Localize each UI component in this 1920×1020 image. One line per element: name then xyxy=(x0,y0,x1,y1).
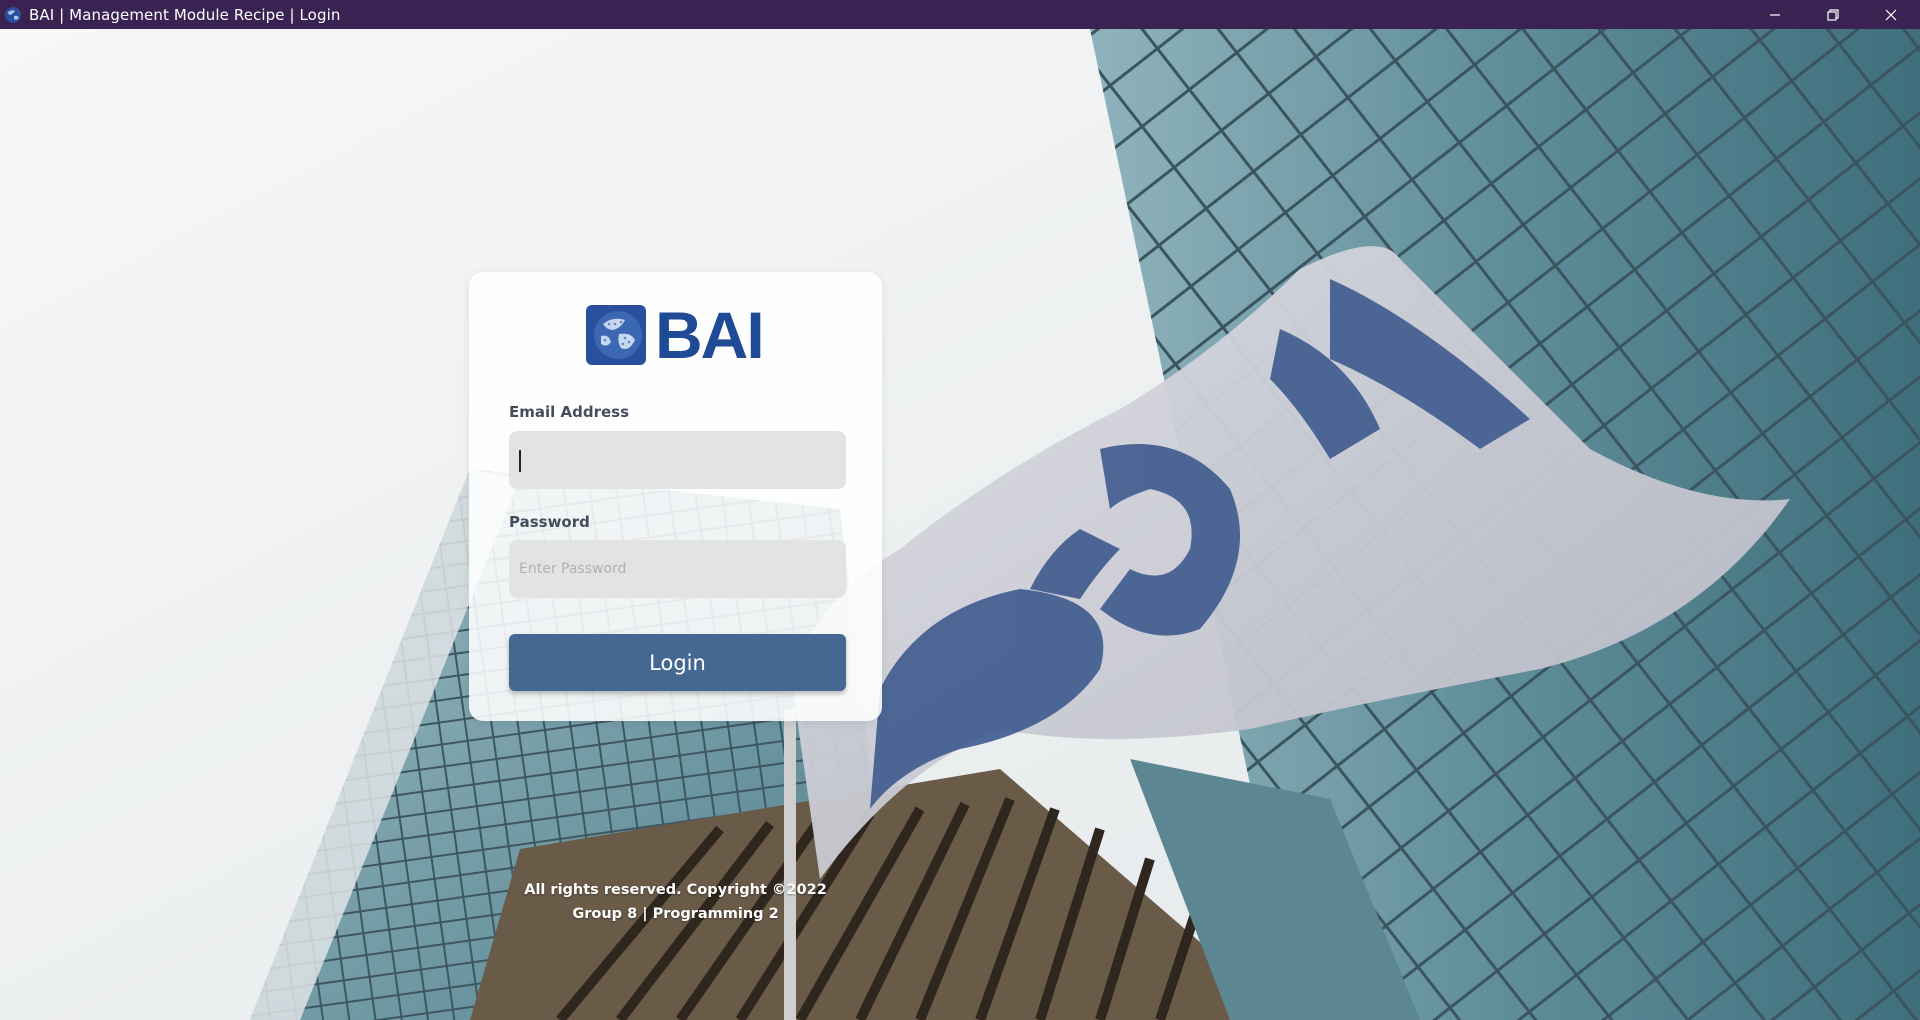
email-field[interactable] xyxy=(509,431,846,489)
window-controls xyxy=(1746,0,1920,29)
minimize-icon xyxy=(1770,13,1780,16)
text-cursor xyxy=(519,450,521,472)
globe-icon xyxy=(5,6,21,23)
email-label: Email Address xyxy=(509,403,630,421)
window-titlebar[interactable]: BAI | Management Module Recipe | Login xyxy=(0,0,1920,29)
bai-logo: BAI xyxy=(585,298,767,372)
restore-button[interactable] xyxy=(1804,0,1862,29)
background-image xyxy=(0,29,1920,1020)
footer: All rights reserved. Copyright ©2022 Gro… xyxy=(469,878,882,926)
password-label: Password xyxy=(509,513,590,531)
globe-icon xyxy=(586,305,646,365)
close-button[interactable] xyxy=(1862,0,1920,29)
group-text: Group 8 | Programming 2 xyxy=(572,906,779,922)
password-field[interactable] xyxy=(509,540,846,598)
restore-icon xyxy=(1827,8,1839,21)
close-icon xyxy=(1885,9,1897,20)
login-button[interactable]: Login xyxy=(509,634,846,691)
logo-text: BAI xyxy=(655,298,765,372)
window-title: BAI | Management Module Recipe | Login xyxy=(29,5,341,24)
copyright-text: All rights reserved. Copyright ©2022 xyxy=(524,882,827,898)
login-card: BAI Email Address Password Login xyxy=(469,272,882,721)
minimize-button[interactable] xyxy=(1746,0,1804,29)
